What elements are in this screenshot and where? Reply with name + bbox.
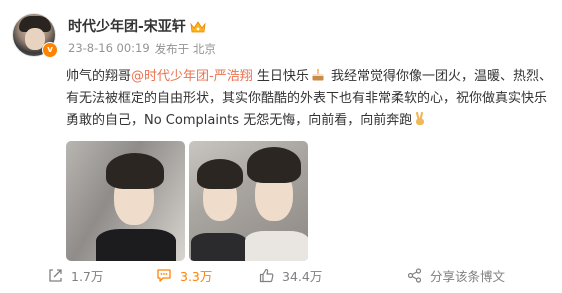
share-button[interactable]: 分享该条博文 [407, 266, 505, 285]
post-text: 帅气的翔哥@时代少年团-严浩翔 生日快乐 我经常觉得你像一团火，温暖、热烈、有无… [66, 66, 552, 132]
share-label: 分享该条博文 [430, 269, 506, 284]
thumbs-up-icon [259, 268, 274, 283]
post-meta: 23-8-16 00:19 发布于 北京 [68, 41, 216, 57]
action-bar: 1.7万 3.3万 34.4万 分享该条博文 [0, 263, 562, 289]
cake-icon [311, 68, 325, 82]
share-icon [407, 268, 422, 283]
comment-icon [157, 269, 171, 282]
victory-hand-icon [414, 111, 426, 126]
post-source: 发布于 北京 [154, 42, 216, 56]
mention-link[interactable]: @时代少年团-严浩翔 [131, 69, 253, 84]
like-button[interactable]: 34.4万 [259, 266, 322, 285]
post-photo-2[interactable] [189, 141, 308, 261]
post-text-part1: 生日快乐 [252, 69, 309, 84]
like-count: 34.4万 [282, 269, 323, 284]
comment-button[interactable]: 3.3万 [156, 266, 212, 285]
post-timestamp[interactable]: 23-8-16 00:19 [68, 41, 150, 57]
avatar[interactable]: v [12, 13, 58, 58]
user-name[interactable]: 时代少年团-宋亚轩 [68, 16, 186, 36]
name-row: 时代少年团-宋亚轩 [68, 17, 206, 35]
post-photo-1[interactable] [66, 141, 185, 261]
crown-badge-icon[interactable] [190, 19, 206, 33]
repost-count: 1.7万 [71, 269, 104, 284]
post-text-prefix: 帅气的翔哥 [66, 69, 132, 84]
verified-badge-icon: v [42, 42, 58, 58]
repost-icon [49, 269, 62, 282]
comment-count: 3.3万 [180, 269, 213, 284]
repost-button[interactable]: 1.7万 [48, 266, 103, 285]
